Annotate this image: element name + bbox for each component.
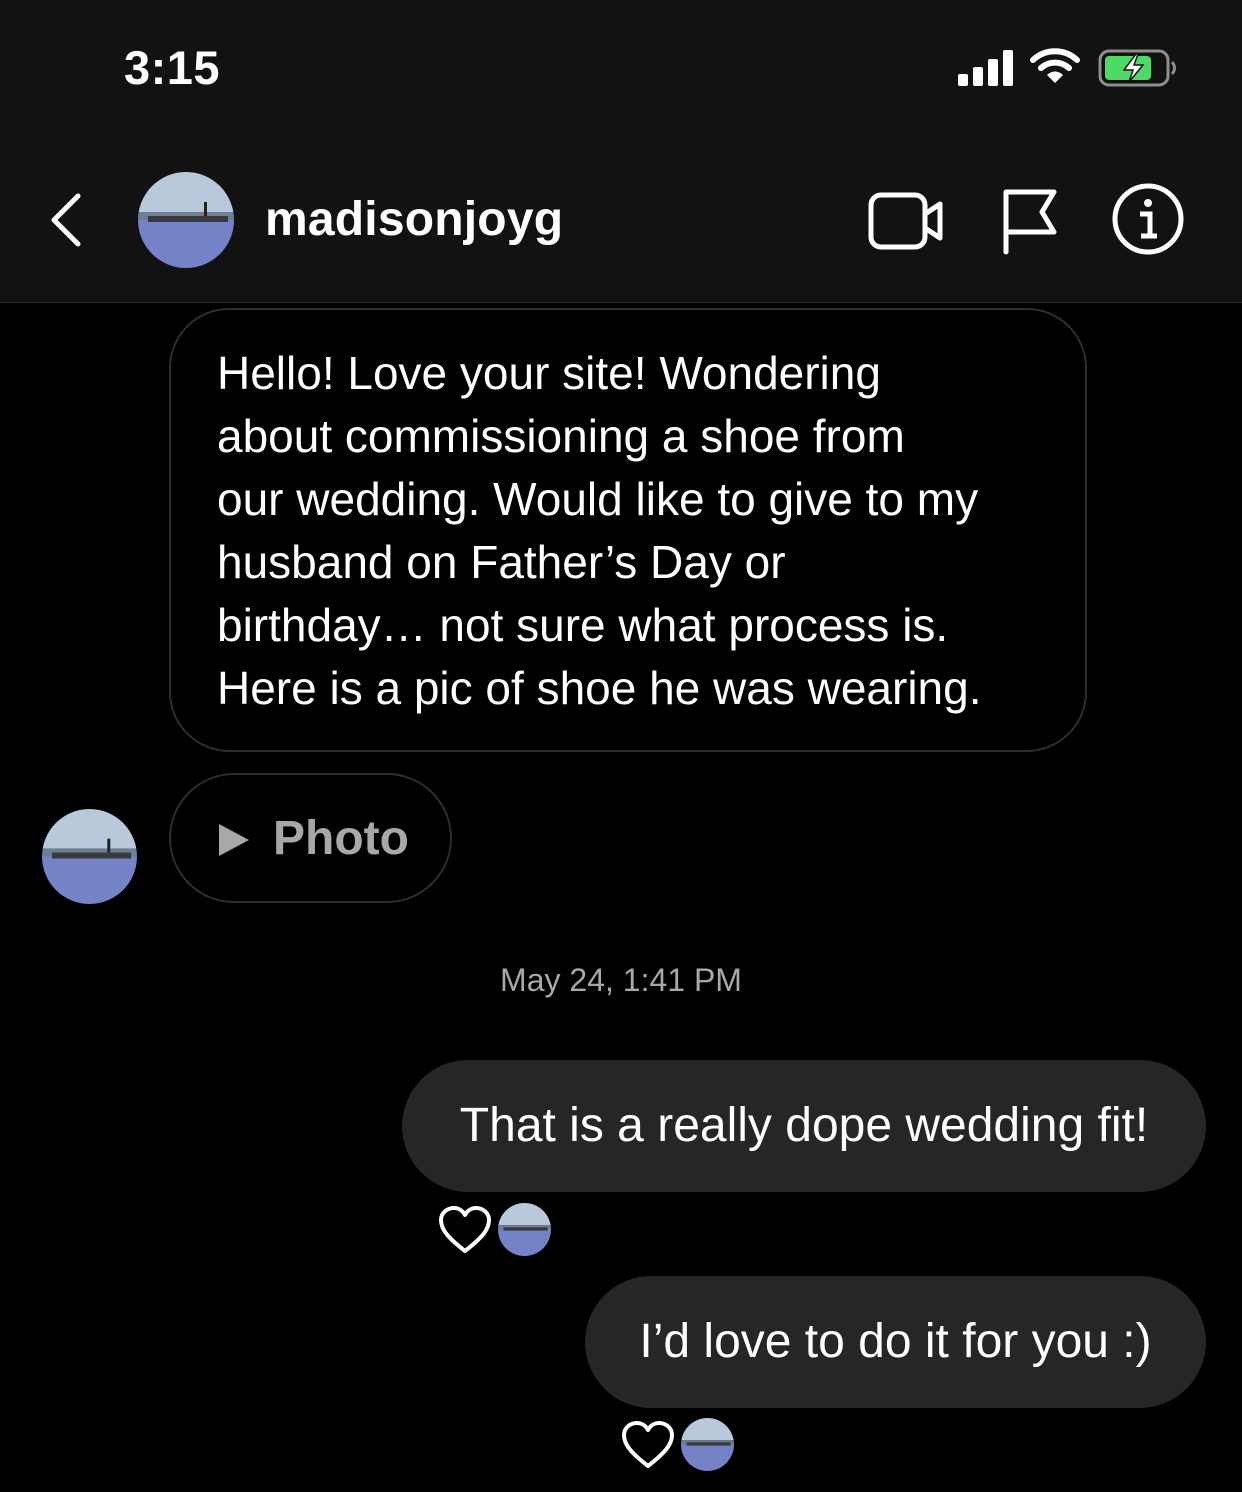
message-line: about commissioning a shoe from (217, 410, 905, 462)
message-line: Hello! Love your site! Wondering (217, 347, 881, 399)
chat-header: madisonjoyg (0, 140, 1242, 303)
incoming-message[interactable]: Hello! Love your site! Wondering about c… (169, 308, 1087, 752)
back-button[interactable] (44, 190, 88, 250)
status-bar: 3:15 (0, 0, 1242, 140)
status-time: 3:15 (124, 41, 221, 94)
report-button[interactable] (1000, 186, 1060, 256)
video-call-icon (868, 192, 943, 250)
photo-label: Photo (273, 812, 409, 865)
info-button[interactable] (1111, 182, 1185, 256)
video-call-button[interactable] (868, 192, 948, 250)
flag-icon (1003, 189, 1057, 255)
back-chevron-icon (51, 193, 81, 247)
reactor-avatar (681, 1418, 734, 1471)
photo-message[interactable]: Photo (169, 773, 452, 903)
avatar[interactable] (138, 172, 234, 268)
message-line: birthday… not sure what process is. (217, 599, 949, 651)
message-line: Here is a pic of shoe he was wearing. (217, 662, 982, 714)
wifi-icon (1030, 47, 1080, 85)
chat-username[interactable]: madisonjoyg (265, 192, 563, 247)
heart-icon (622, 1421, 674, 1468)
message-timestamp: May 24, 1:41 PM (500, 962, 742, 998)
battery-charging-icon (1098, 49, 1178, 87)
info-icon (1112, 183, 1184, 255)
avatar-image (138, 172, 234, 268)
message-line: our wedding. Would like to give to my (217, 473, 979, 525)
signal-icon (958, 50, 1014, 86)
message-line: husband on Father’s Day or (217, 536, 786, 588)
heart-icon (439, 1206, 491, 1253)
outgoing-message[interactable]: That is a really dope wedding fit! (402, 1060, 1206, 1192)
play-icon (217, 822, 251, 858)
outgoing-message[interactable]: I’d love to do it for you :) (585, 1276, 1206, 1408)
reactor-avatar (498, 1203, 551, 1256)
sender-avatar[interactable] (42, 809, 137, 904)
